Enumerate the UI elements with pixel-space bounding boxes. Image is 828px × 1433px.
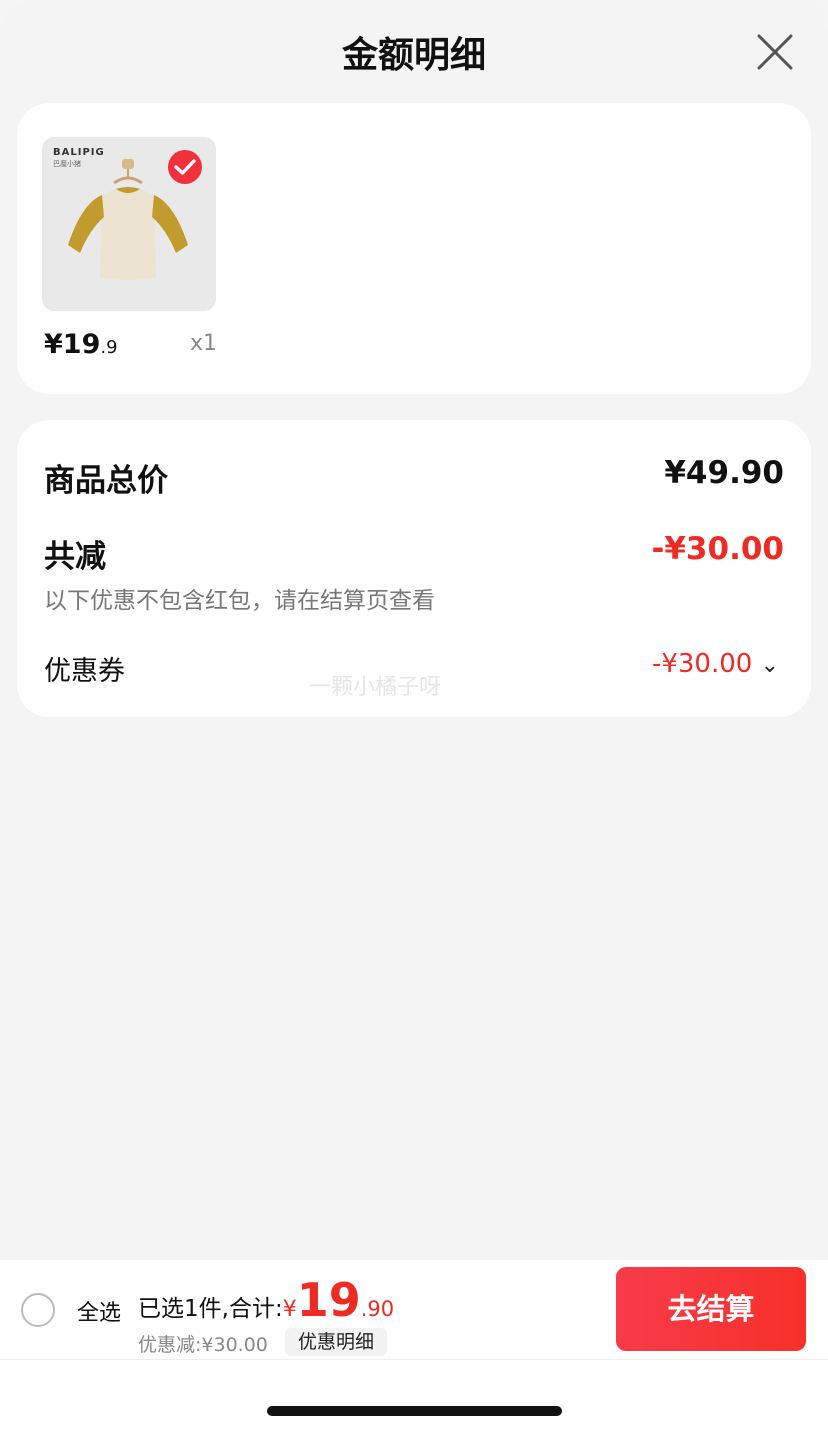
discount-amount: 优惠减:¥30.00 xyxy=(138,1334,268,1356)
product-thumbnail[interactable]: BALIPIG 巴厘小猪 xyxy=(42,137,216,311)
total-discount-value: -¥30.00 xyxy=(651,531,785,567)
product-quantity: x1 xyxy=(190,331,218,356)
checkout-button[interactable]: 去结算 xyxy=(616,1267,806,1351)
selected-total: 已选1件,合计:¥19.90 xyxy=(138,1273,394,1327)
total-price-value: ¥49.90 xyxy=(664,455,784,491)
sheet-title: 金额明细 xyxy=(341,35,486,76)
checkout-bar: 全选 已选1件,合计:¥19.90 优惠减:¥30.00 优惠明细 去结算 xyxy=(0,1260,828,1360)
amount-detail-sheet: 金额明细 BALIPIG 巴厘小猪 ¥19.9 x1 商品总价 ¥49.90 共… xyxy=(0,0,828,1433)
total-price-label: 商品总价 xyxy=(44,463,168,499)
close-button[interactable] xyxy=(755,32,795,72)
sheet-header: 金额明细 xyxy=(0,0,828,100)
close-icon xyxy=(757,34,793,70)
price-summary-card: 商品总价 ¥49.90 共减 -¥30.00 以下优惠不包含红包，请在结算页查看… xyxy=(17,420,811,717)
total-discount-label: 共减 xyxy=(44,539,106,575)
discount-note: 以下优惠不包含红包，请在结算页查看 xyxy=(44,588,435,614)
select-all-label[interactable]: 全选 xyxy=(77,1295,121,1327)
total-integer: 19 xyxy=(296,1273,361,1327)
selected-count-text: 已选1件,合计: xyxy=(138,1296,283,1322)
coupon-label: 优惠券 xyxy=(44,656,125,687)
product-price-main: ¥19 xyxy=(44,329,101,360)
select-all-radio[interactable] xyxy=(21,1293,55,1327)
home-indicator[interactable] xyxy=(267,1406,562,1416)
product-price: ¥19.9 xyxy=(44,329,118,360)
product-card: BALIPIG 巴厘小猪 ¥19.9 x1 xyxy=(17,103,811,394)
discount-detail-button[interactable]: 优惠明细 xyxy=(285,1328,388,1356)
product-price-cents: .9 xyxy=(100,337,118,358)
total-currency: ¥ xyxy=(282,1297,297,1322)
total-decimal: .90 xyxy=(360,1297,395,1321)
watermark-text: 一颗小橘子呀 xyxy=(309,675,442,700)
coupon-value-toggle[interactable]: -¥30.00 ⌄ xyxy=(652,649,779,679)
coupon-value: -¥30.00 xyxy=(651,649,753,679)
chevron-down-icon: ⌄ xyxy=(760,653,779,678)
home-indicator-area xyxy=(0,1360,828,1433)
selected-check-icon[interactable] xyxy=(167,149,203,185)
